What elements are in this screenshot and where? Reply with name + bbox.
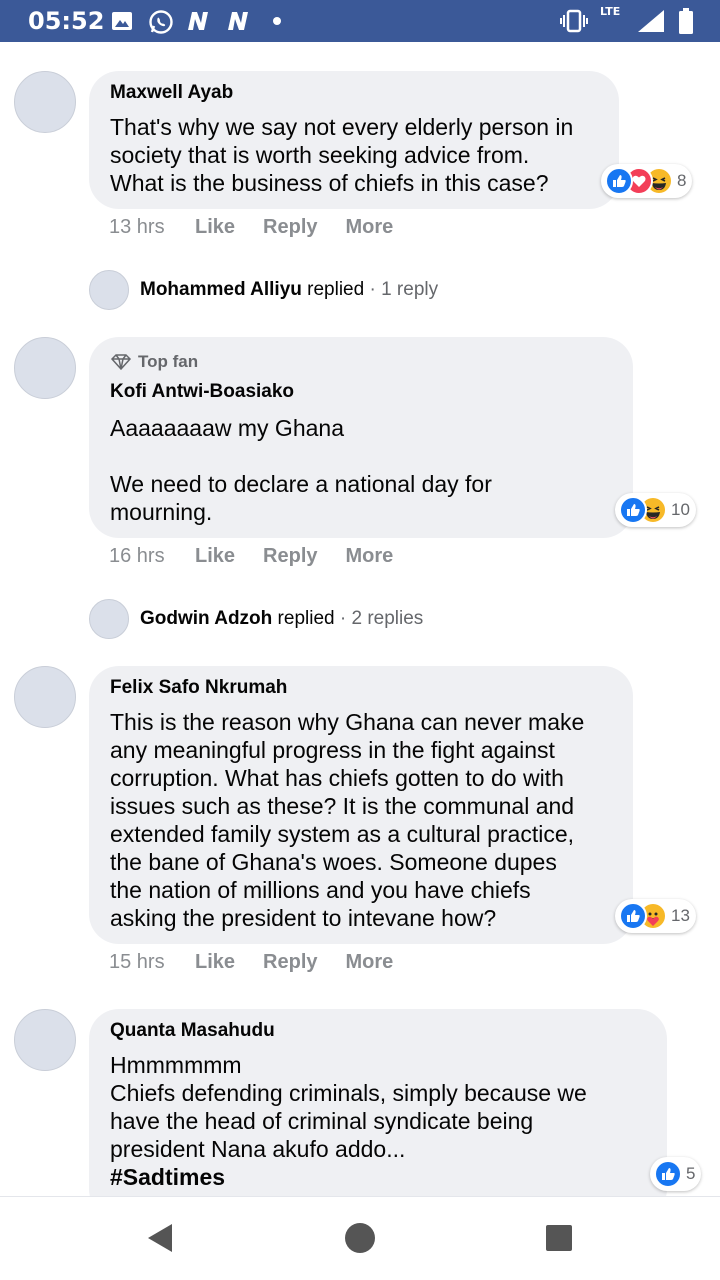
reply-count: · 2 replies xyxy=(334,608,424,629)
comment-time[interactable]: 15 hrs xyxy=(109,951,195,974)
comments-feed[interactable]: Maxwell Ayab That's why we say not every… xyxy=(0,42,720,1196)
reply-verb: replied xyxy=(301,279,365,300)
top-fan-label: Top fan xyxy=(138,352,199,371)
comment-time[interactable]: 13 hrs xyxy=(109,216,195,239)
n-notification-icon xyxy=(186,10,212,32)
like-reaction-icon xyxy=(605,167,633,195)
more-button[interactable]: More xyxy=(346,216,394,239)
reply-button[interactable]: Reply xyxy=(263,216,317,239)
avatar[interactable] xyxy=(14,666,76,728)
signal-icon xyxy=(636,8,666,34)
comment-text: Hmmmmmm Chiefs defending criminals, simp… xyxy=(110,1052,587,1162)
home-icon[interactable] xyxy=(344,1222,376,1259)
comment-bubble[interactable]: Top fan Kofi Antwi-Boasiako Aaaaaaaaw my… xyxy=(89,337,633,538)
replies-summary[interactable]: Mohammed Alliyu replied · 1 reply xyxy=(140,279,438,301)
comment-actions: 15 hrs Like Reply More xyxy=(109,951,421,974)
battery-icon xyxy=(678,8,694,34)
reaction-summary[interactable]: 8 xyxy=(601,164,693,198)
comment-actions: 13 hrs Like Reply More xyxy=(109,216,421,239)
like-reaction-icon xyxy=(654,1160,682,1188)
recents-icon[interactable] xyxy=(545,1224,573,1257)
like-button[interactable]: Like xyxy=(195,216,235,239)
like-button[interactable]: Like xyxy=(195,951,235,974)
reply-verb: replied xyxy=(272,608,335,629)
reply-author: Mohammed Alliyu xyxy=(140,279,302,300)
comment-bubble[interactable]: Maxwell Ayab That's why we say not every… xyxy=(89,71,619,209)
reply-count: · 1 reply xyxy=(364,279,439,300)
like-button[interactable]: Like xyxy=(195,545,235,568)
comment-author[interactable]: Felix Safo Nkrumah xyxy=(110,677,287,699)
reaction-summary[interactable]: 13 xyxy=(615,899,696,933)
reaction-count: 5 xyxy=(686,1164,696,1183)
status-time: 05:52 xyxy=(28,7,105,35)
reaction-count: 10 xyxy=(671,500,690,519)
system-navigation-bar xyxy=(0,1196,720,1280)
like-reaction-icon xyxy=(619,496,647,524)
network-type: LTE xyxy=(600,5,621,18)
comment-hashtag[interactable]: #Sadtimes xyxy=(110,1163,225,1191)
top-fan-badge: Top fan xyxy=(110,352,198,372)
view-replies-link[interactable]: Mohammed Alliyu replied · 1 reply xyxy=(89,270,438,310)
comment-text: Aaaaaaaaw my Ghana We need to declare a … xyxy=(110,415,492,525)
comment-time[interactable]: 16 hrs xyxy=(109,545,195,568)
like-reaction-icon xyxy=(619,902,647,930)
replies-summary[interactable]: Godwin Adzoh replied · 2 replies xyxy=(140,608,423,630)
more-button[interactable]: More xyxy=(346,951,394,974)
reply-avatar xyxy=(89,599,129,639)
reaction-count: 8 xyxy=(677,171,687,190)
view-replies-link[interactable]: Godwin Adzoh replied · 2 replies xyxy=(89,599,423,639)
more-button[interactable]: More xyxy=(346,545,394,568)
reply-button[interactable]: Reply xyxy=(263,951,317,974)
reply-button[interactable]: Reply xyxy=(263,545,317,568)
avatar[interactable] xyxy=(14,71,76,133)
reaction-count: 13 xyxy=(671,906,690,925)
comment-text: This is the reason why Ghana can never m… xyxy=(110,709,585,931)
avatar[interactable] xyxy=(14,1009,76,1071)
dot-icon xyxy=(272,16,282,26)
comment-text: That's why we say not every elderly pers… xyxy=(110,114,574,196)
image-icon xyxy=(110,9,134,33)
diamond-icon xyxy=(110,354,132,370)
avatar[interactable] xyxy=(14,337,76,399)
comment-actions: 16 hrs Like Reply More xyxy=(109,545,421,568)
comment-author[interactable]: Maxwell Ayab xyxy=(110,82,233,104)
back-icon[interactable] xyxy=(145,1221,175,1260)
comment-author[interactable]: Kofi Antwi-Boasiako xyxy=(110,381,294,403)
n-notification-icon xyxy=(226,10,252,32)
vibrate-icon xyxy=(560,8,588,34)
reply-avatar xyxy=(89,270,129,310)
comment-author[interactable]: Quanta Masahudu xyxy=(110,1020,275,1042)
whatsapp-icon xyxy=(148,9,174,35)
comment-bubble[interactable]: Felix Safo Nkrumah This is the reason wh… xyxy=(89,666,633,944)
reaction-summary[interactable]: 10 xyxy=(615,493,696,527)
reaction-summary[interactable]: 5 xyxy=(650,1157,702,1191)
reply-author: Godwin Adzoh xyxy=(140,608,273,629)
status-bar: 05:52 LTE xyxy=(0,0,720,42)
comment-bubble[interactable]: Quanta Masahudu Hmmmmmm Chiefs defending… xyxy=(89,1009,667,1196)
